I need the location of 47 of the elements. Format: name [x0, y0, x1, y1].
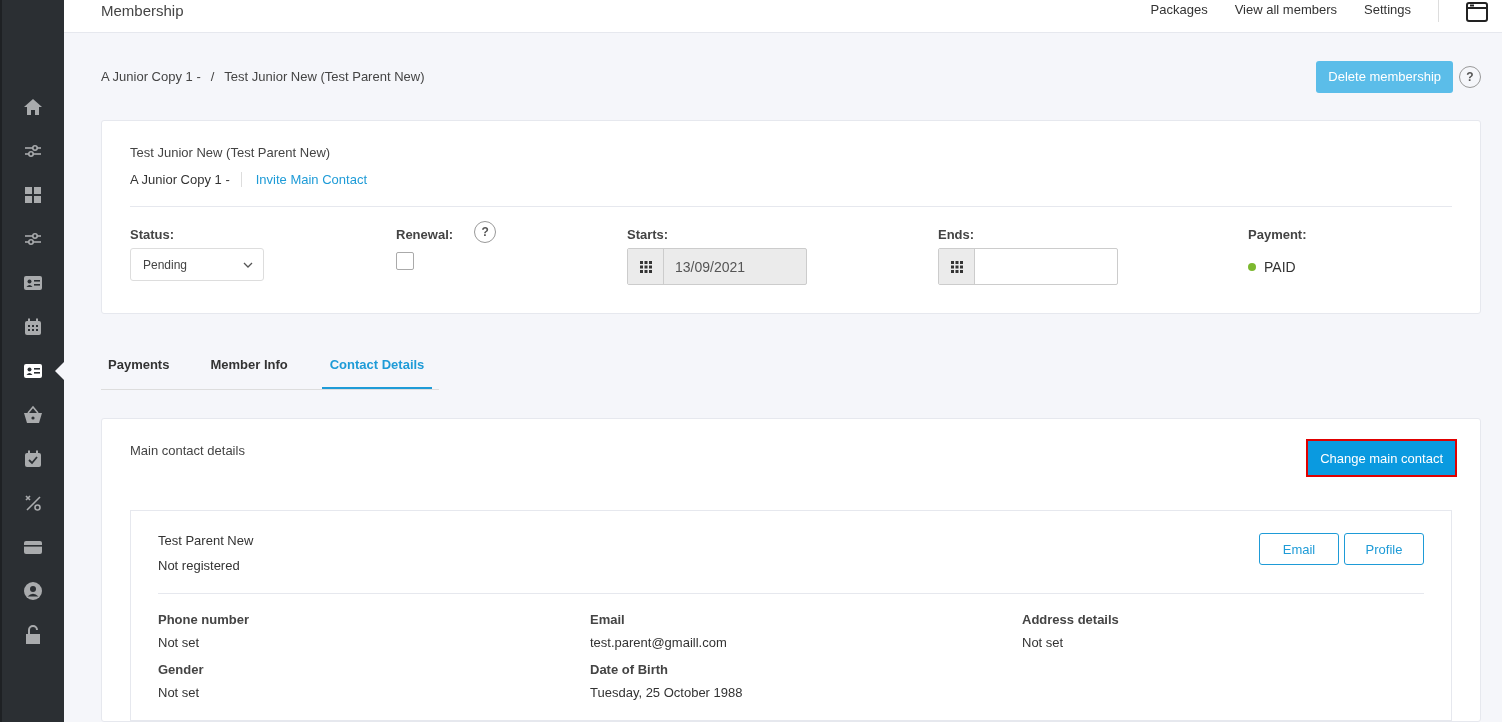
- user-icon: [23, 581, 43, 601]
- field-value: test.parent@gmaill.com: [590, 635, 728, 650]
- calendar-grid-icon: [639, 260, 652, 273]
- nav-link[interactable]: View all members: [1234, 2, 1337, 17]
- field-label: Starts:: [627, 227, 670, 242]
- percent-icon: [23, 493, 43, 513]
- field-label: Gender: [158, 662, 205, 677]
- breadcrumb-item: Test Junior New (Test Parent New): [224, 69, 425, 84]
- renewal-checkbox[interactable]: [396, 252, 414, 270]
- contact-name: Test Parent New: [158, 533, 254, 548]
- field-label: Status:: [130, 227, 176, 242]
- section-title: Main contact details: [130, 443, 245, 458]
- end-date-field[interactable]: [938, 248, 1118, 285]
- registration-status: Not registered: [158, 558, 241, 573]
- field-label: Phone number: [158, 612, 250, 627]
- chevron-down-icon: [243, 261, 253, 268]
- nav-link[interactable]: Settings: [1364, 2, 1411, 17]
- tab[interactable]: Member Info: [202, 342, 296, 389]
- field-value: Not set: [158, 635, 201, 650]
- field-label: Payment:: [1248, 227, 1307, 242]
- home-icon: [23, 97, 43, 117]
- calendar-icon: [23, 317, 43, 337]
- window-icon[interactable]: [1466, 2, 1488, 22]
- field-label: Email: [590, 612, 626, 627]
- calendar-check-icon: [23, 449, 43, 469]
- package-name: A Junior Copy 1 -: [130, 172, 242, 187]
- field-label: Renewal:: [396, 227, 454, 242]
- lock-icon: [23, 625, 43, 645]
- breadcrumb-item[interactable]: A Junior Copy 1 -: [101, 69, 201, 84]
- status-dropdown[interactable]: Pending: [130, 248, 264, 281]
- field-value: Tuesday, 25 October 1988: [590, 685, 744, 700]
- calendar-grid-icon: [950, 260, 963, 273]
- payment-status: PAID: [1264, 259, 1296, 275]
- grid-icon: [23, 185, 43, 205]
- field-value: Not set: [1022, 635, 1065, 650]
- tab[interactable]: Payments: [101, 342, 178, 389]
- id-card-icon: [23, 361, 43, 381]
- page-title: Membership: [101, 1, 184, 19]
- member-name: Test Junior New (Test Parent New): [130, 145, 332, 160]
- nav-link[interactable]: Packages: [1150, 2, 1208, 17]
- basket-icon: [23, 405, 43, 425]
- field-value: Not set: [158, 685, 201, 700]
- field-label: Ends:: [938, 227, 976, 242]
- field-label: Address details: [1022, 612, 1120, 627]
- breadcrumb-separator: /: [210, 69, 215, 84]
- field-label: Date of Birth: [590, 662, 669, 677]
- contact-card-icon: [23, 273, 43, 293]
